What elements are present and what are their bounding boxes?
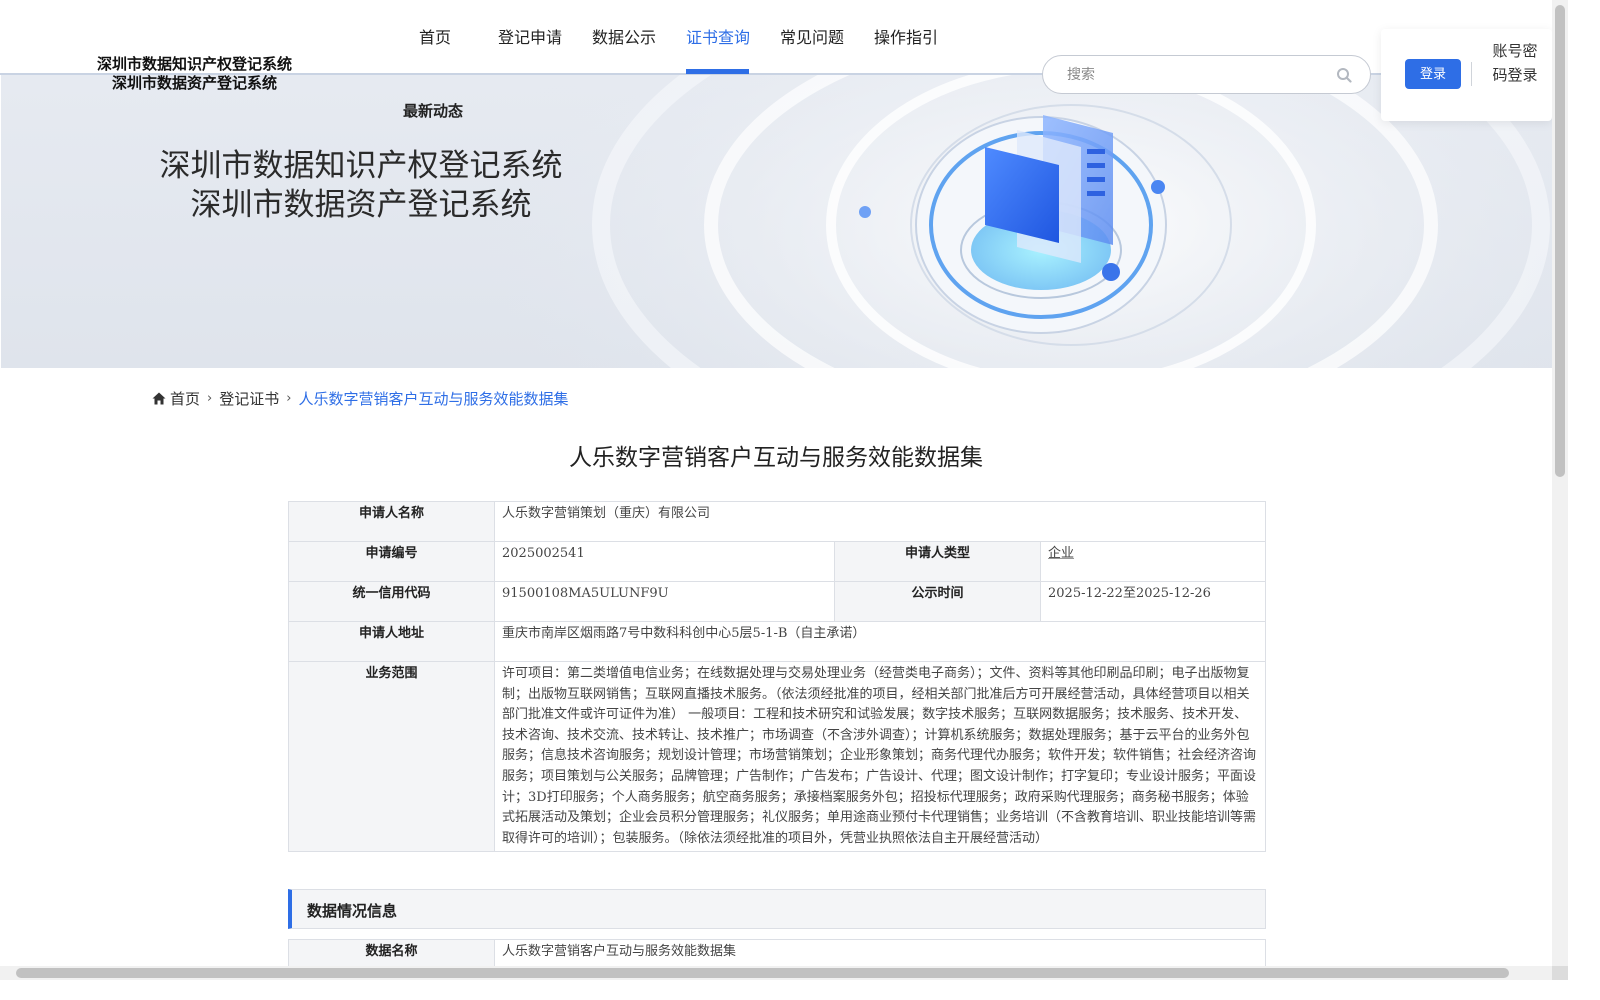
- application-number-label: 申请编号: [288, 541, 495, 582]
- nav-latest-news[interactable]: 最新动态: [403, 100, 463, 121]
- business-scope-label: 业务范围: [288, 660, 495, 853]
- vertical-scrollbar[interactable]: [1552, 0, 1568, 966]
- nav-data-publicity[interactable]: 数据公示: [592, 24, 656, 48]
- nav-active-indicator: [686, 69, 749, 74]
- applicant-type-label: 申请人类型: [834, 541, 1041, 582]
- login-panel: 登录 账号密码登录: [1381, 29, 1552, 121]
- banner-title-line-1: 深圳市数据知识产权登记系统: [159, 148, 563, 184]
- scrollbar-corner: [1552, 966, 1568, 980]
- search-icon[interactable]: [1336, 67, 1352, 83]
- home-icon[interactable]: [152, 392, 166, 405]
- data-info-section-header: 数据情况信息: [288, 889, 1266, 929]
- nav-certificate-query[interactable]: 证书查询: [686, 24, 750, 48]
- table-row: 业务范围 许可项目：第二类增值电信业务；在线数据处理与交易处理业务（经营类电子商…: [288, 660, 1266, 853]
- applicant-address-label: 申请人地址: [288, 621, 495, 662]
- table-row: 申请人地址 重庆市南岸区烟雨路7号中数科科创中心5层5-1-B（自主承诺）: [288, 621, 1266, 662]
- credit-code-label: 统一信用代码: [288, 581, 495, 622]
- login-button[interactable]: 登录: [1405, 59, 1461, 89]
- horizontal-scrollbar-thumb[interactable]: [16, 968, 1509, 978]
- nav-faq[interactable]: 常见问题: [780, 24, 844, 48]
- publicity-period-value: 2025-12-22至2025-12-26: [1040, 581, 1266, 622]
- applicant-name-label: 申请人名称: [288, 501, 495, 542]
- applicant-name-value: 人乐数字营销策划（重庆）有限公司: [494, 501, 1266, 542]
- breadcrumb: 首页 › 登记证书 › 人乐数字营销客户互动与服务效能数据集: [152, 387, 568, 409]
- chevron-right-icon: ›: [207, 390, 213, 406]
- table-row: 申请人名称 人乐数字营销策划（重庆）有限公司: [288, 501, 1266, 542]
- banner-title-line-2: 深圳市数据资产登记系统: [190, 187, 532, 223]
- breadcrumb-home[interactable]: 首页: [170, 388, 200, 409]
- login-divider: [1471, 62, 1472, 86]
- search-box: [1042, 55, 1371, 94]
- search-input[interactable]: [1067, 64, 1327, 86]
- logo-line-2: 深圳市数据资产登记系统: [111, 74, 277, 92]
- vertical-scrollbar-thumb[interactable]: [1555, 5, 1565, 477]
- horizontal-scrollbar[interactable]: [0, 966, 1552, 980]
- applicant-type-value: 企业: [1048, 546, 1075, 561]
- page-title: 人乐数字营销客户互动与服务效能数据集: [569, 445, 983, 471]
- publicity-period-label: 公示时间: [834, 581, 1041, 622]
- password-login-link[interactable]: 账号密码登录: [1487, 39, 1543, 87]
- credit-code-value: 91500108MA5ULUNF9U: [494, 581, 835, 622]
- breadcrumb-current: 人乐数字营销客户互动与服务效能数据集: [298, 389, 569, 408]
- nav-home[interactable]: 首页: [419, 24, 451, 48]
- applicant-info-table: 申请人名称 人乐数字营销策划（重庆）有限公司 申请编号 2025002541 申…: [288, 501, 1266, 853]
- breadcrumb-certificates[interactable]: 登记证书: [219, 388, 279, 409]
- table-row: 申请编号 2025002541 申请人类型 企业: [288, 541, 1266, 582]
- hero-banner: 深圳市数据知识产权登记系统 深圳市数据资产登记系统: [1, 75, 1552, 368]
- nav-registration[interactable]: 登记申请: [498, 24, 562, 48]
- business-scope-value: 许可项目：第二类增值电信业务；在线数据处理与交易处理业务（经营类电子商务）；文件…: [494, 660, 1266, 853]
- chevron-right-icon: ›: [286, 390, 292, 406]
- banner-title: 深圳市数据知识产权登记系统 深圳市数据资产登记系统: [156, 147, 566, 225]
- site-logo[interactable]: 深圳市数据知识产权登记系统 深圳市数据资产登记系统: [92, 55, 297, 93]
- nav-guide[interactable]: 操作指引: [874, 24, 938, 48]
- logo-line-1: 深圳市数据知识产权登记系统: [96, 55, 292, 73]
- applicant-address-value: 重庆市南岸区烟雨路7号中数科科创中心5层5-1-B（自主承诺）: [494, 621, 1266, 662]
- table-row: 统一信用代码 91500108MA5ULUNF9U 公示时间 2025-12-2…: [288, 581, 1266, 622]
- application-number-value: 2025002541: [494, 541, 835, 582]
